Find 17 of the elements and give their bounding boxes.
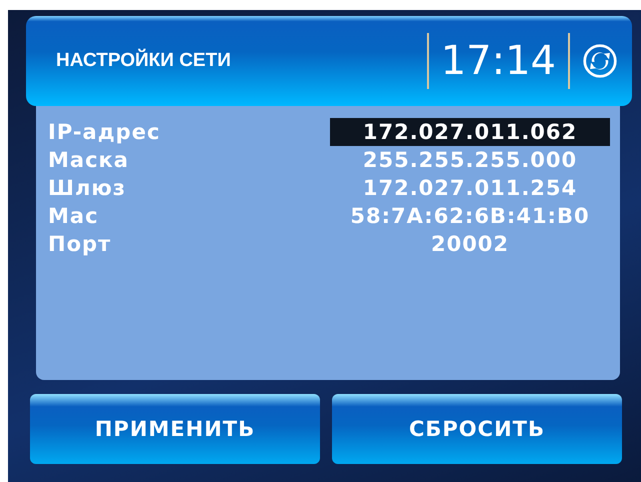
- action-button[interactable]: СБРОСИТЬ: [332, 394, 622, 464]
- clock-time: 17:14: [440, 38, 556, 84]
- field-label: IP-адрес: [48, 119, 162, 146]
- field-value[interactable]: 20002: [330, 230, 610, 258]
- field-value[interactable]: 172.027.011.062: [330, 118, 610, 146]
- field-label: Маска: [48, 147, 130, 174]
- action-button[interactable]: ПРИМЕНИТЬ: [30, 394, 320, 464]
- field-value[interactable]: 172.027.011.254: [330, 174, 610, 202]
- field-value[interactable]: 255.255.255.000: [330, 146, 610, 174]
- field-label: Mac: [48, 203, 100, 230]
- separator-line: [426, 33, 429, 89]
- separator-line: [568, 33, 570, 89]
- screen-title: НАСТРОЙКИ СЕТИ: [56, 50, 232, 72]
- refresh-icon[interactable]: [582, 43, 618, 79]
- field-label: Шлюз: [48, 175, 127, 202]
- field-value[interactable]: 58:7A:62:6B:41:B0: [330, 202, 610, 230]
- field-label: Порт: [48, 231, 112, 258]
